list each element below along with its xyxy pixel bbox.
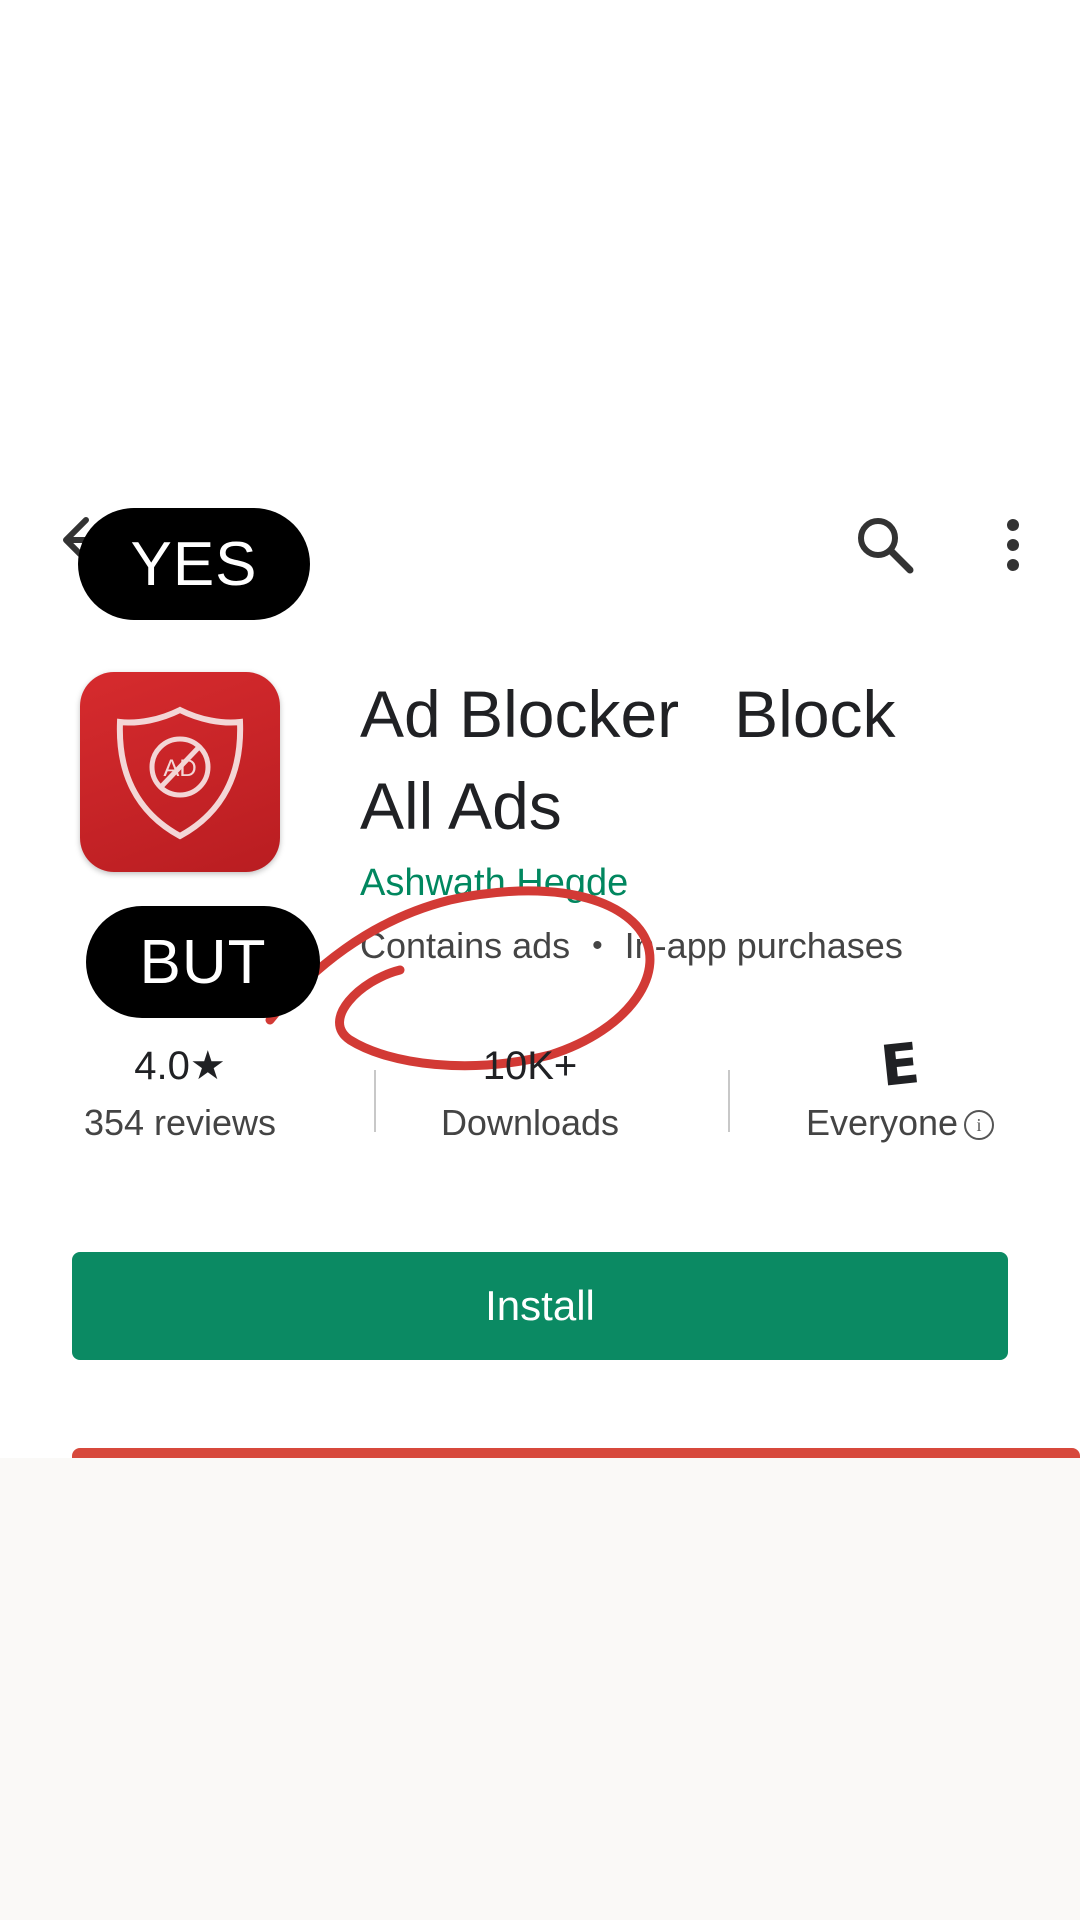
stats-row: 4.0★ 354 reviews 10K+ Downloads E Everyo… <box>60 1031 1020 1160</box>
rating-value: 4.0★ <box>134 1044 226 1088</box>
stat-divider <box>374 1070 376 1132</box>
yes-caption-text: YES <box>130 529 258 599</box>
downloads-stat: 10K+ Downloads <box>440 1040 620 1144</box>
contains-ads-label: Contains ads <box>360 925 571 966</box>
install-button-label: Install <box>485 1282 595 1329</box>
search-icon[interactable] <box>850 510 920 580</box>
rating-stat[interactable]: 4.0★ 354 reviews <box>80 1040 280 1144</box>
content-rating-label: Everyone <box>805 1102 959 1143</box>
screenshot-page: YES AD Ad Blocker Block All Ads Ashwath … <box>0 0 1080 1920</box>
content-rating-icon: E <box>877 1031 923 1100</box>
info-icon[interactable]: i <box>964 1110 995 1141</box>
but-caption: BUT <box>86 906 320 1018</box>
but-caption-text: BUT <box>139 927 267 997</box>
more-vert-icon[interactable] <box>990 510 1036 580</box>
blank-bottom-area <box>0 1458 1080 1920</box>
app-meta-line: Contains ads • In-app purchases <box>360 925 903 967</box>
reviews-count: 354 reviews <box>83 1102 277 1143</box>
meta-separator: • <box>592 929 603 962</box>
app-title: Ad Blocker Block All Ads <box>360 677 896 843</box>
downloads-label: Downloads <box>440 1102 620 1143</box>
downloads-count: 10K+ <box>482 1044 578 1088</box>
stat-divider <box>728 1070 730 1132</box>
in-app-purchases-label: In-app purchases <box>624 925 903 966</box>
developer-link[interactable]: Ashwath Hegde <box>360 862 628 905</box>
content-rating-stat[interactable]: E Everyone i <box>790 1031 1010 1144</box>
app-icon: AD <box>80 672 280 872</box>
cut-off-banner <box>72 1448 1080 1458</box>
yes-caption: YES <box>78 508 310 620</box>
install-button[interactable]: Install <box>72 1252 1008 1360</box>
